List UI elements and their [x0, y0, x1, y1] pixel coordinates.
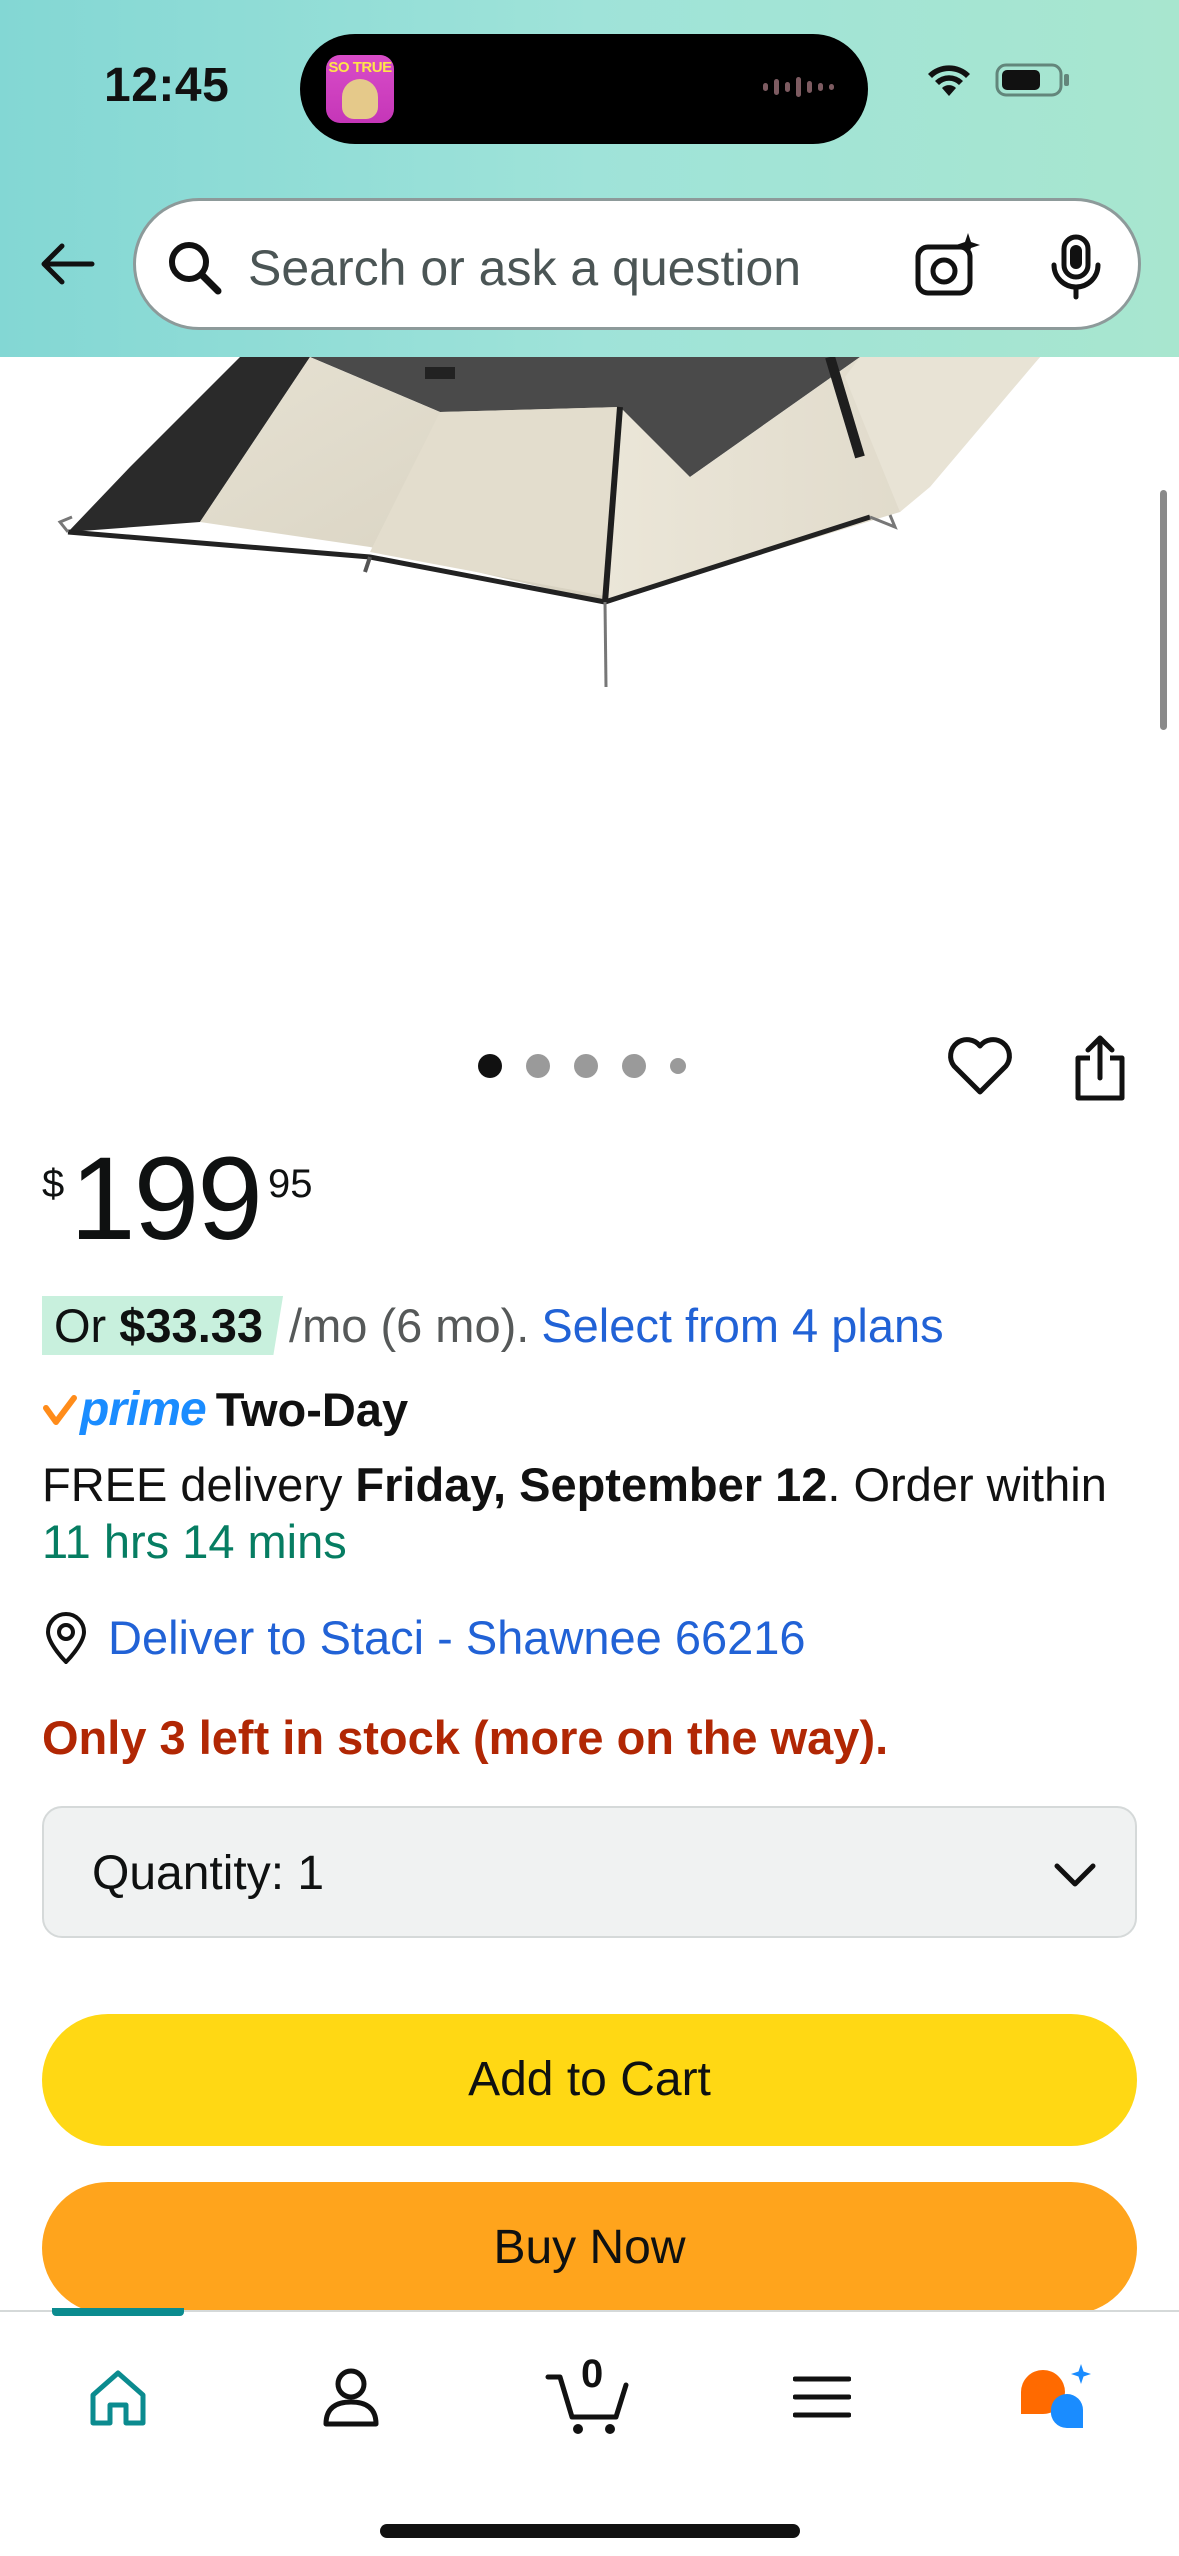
- home-icon: [90, 2370, 146, 2426]
- delivery-suffix: . Order within: [827, 1458, 1107, 1511]
- monthly-payment-badge: Or $33.33: [42, 1296, 284, 1355]
- wifi-icon: [928, 65, 970, 96]
- deliver-to-text[interactable]: Deliver to Staci - Shawnee 66216: [108, 1610, 806, 1665]
- price-whole: 199: [70, 1133, 263, 1265]
- search-icon: [169, 242, 222, 295]
- back-arrow-icon[interactable]: [34, 232, 98, 296]
- battery-icon: [995, 63, 1069, 97]
- price-currency: $: [42, 1162, 65, 1206]
- buy-now-button[interactable]: Buy Now: [42, 2182, 1137, 2314]
- avatar-face: [342, 79, 378, 119]
- quantity-dropdown[interactable]: Quantity: 1: [42, 1806, 1137, 1938]
- prime-badge: prime Two-Day: [42, 1382, 408, 1437]
- plan-prefix: Or: [54, 1299, 107, 1352]
- scroll-indicator[interactable]: [1160, 490, 1167, 730]
- microphone-icon[interactable]: [1044, 233, 1108, 301]
- delivery-date: Friday, September 12: [355, 1458, 828, 1511]
- active-tab-indicator: [52, 2308, 184, 2316]
- wishlist-heart-icon[interactable]: [946, 1034, 1014, 1098]
- menu-icon: [793, 2376, 851, 2418]
- select-plans-link[interactable]: Select from 4 plans: [541, 1298, 943, 1353]
- prime-check-icon: [43, 1394, 77, 1425]
- carousel-dot[interactable]: [670, 1058, 686, 1074]
- plan-term: /mo (6 mo).: [289, 1299, 530, 1352]
- home-indicator[interactable]: [380, 2524, 800, 2538]
- app-header: 12:45 SO TRUE Search or ask a question: [0, 0, 1179, 357]
- delivery-prefix: FREE delivery: [42, 1458, 356, 1511]
- status-icons: [925, 62, 1071, 98]
- account-icon: [323, 2368, 379, 2427]
- carousel-dot[interactable]: [622, 1054, 646, 1078]
- search-placeholder: Search or ask a question: [248, 240, 802, 296]
- audio-waveform-icon: [763, 77, 834, 97]
- nav-home[interactable]: [73, 2352, 163, 2442]
- nav-account[interactable]: [306, 2352, 396, 2442]
- image-carousel-dots[interactable]: [478, 1054, 686, 1078]
- plan-amount: $33.33: [119, 1299, 264, 1352]
- share-icon[interactable]: [1072, 1034, 1128, 1102]
- prime-logo-text: prime: [80, 1383, 207, 1436]
- carousel-dot[interactable]: [574, 1054, 598, 1078]
- quantity-label: Quantity: 1: [92, 1847, 325, 1900]
- rufus-assistant-icon: [1021, 2364, 1091, 2429]
- live-activity-avatar: SO TRUE: [326, 55, 394, 123]
- search-input[interactable]: Search or ask a question: [133, 198, 1141, 330]
- status-time: 12:45: [104, 59, 230, 112]
- prime-speed: Two-Day: [215, 1383, 409, 1436]
- order-countdown: 11 hrs 14 mins: [42, 1515, 347, 1568]
- price-fraction: 95: [268, 1162, 313, 1206]
- avatar-logo-text: SO TRUE: [328, 59, 392, 76]
- deliver-to-location[interactable]: Deliver to Staci - Shawnee 66216: [42, 1610, 806, 1665]
- location-pin-icon: [45, 1611, 87, 1664]
- camera-search-icon[interactable]: [912, 231, 984, 303]
- bottom-navigation: 0: [0, 2308, 1179, 2556]
- add-to-cart-button[interactable]: Add to Cart: [42, 2014, 1137, 2146]
- nav-cart[interactable]: 0: [543, 2352, 635, 2442]
- cart-count: 0: [581, 2352, 604, 2396]
- chevron-down-icon: [1054, 1863, 1096, 1887]
- dynamic-island[interactable]: SO TRUE: [300, 34, 868, 144]
- payment-plan-line: Or $33.33 /mo (6 mo). Select from 4 plan…: [42, 1296, 944, 1355]
- nav-rufus[interactable]: [1010, 2352, 1100, 2442]
- carousel-dot[interactable]: [478, 1054, 502, 1078]
- carousel-dot[interactable]: [526, 1054, 550, 1078]
- delivery-message: FREE delivery Friday, September 12. Orde…: [42, 1456, 1152, 1514]
- product-image[interactable]: [0, 357, 1179, 1017]
- nav-menu[interactable]: [777, 2352, 867, 2442]
- stock-status: Only 3 left in stock (more on the way).: [42, 1711, 889, 1764]
